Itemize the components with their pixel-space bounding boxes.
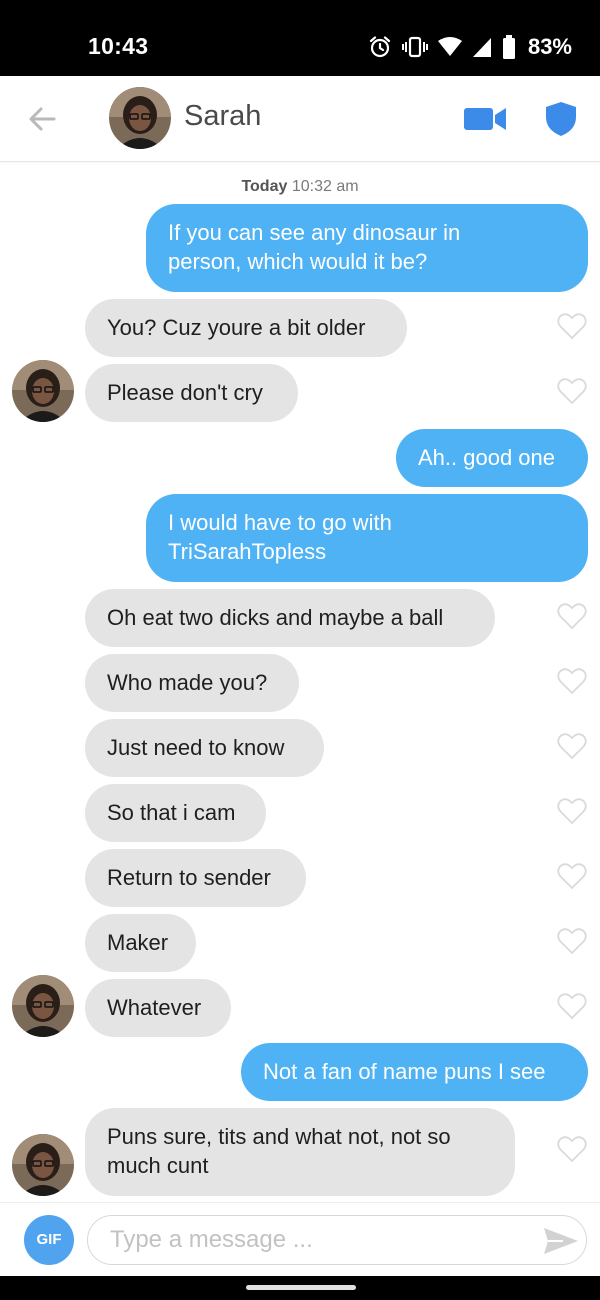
contact-avatar[interactable] <box>109 87 171 149</box>
outgoing-message[interactable]: Ah.. good one <box>396 429 588 487</box>
outgoing-message[interactable]: Not a fan of name puns I see <box>241 1043 588 1101</box>
status-time: 10:43 <box>88 33 149 59</box>
incoming-message[interactable]: Please don't cry <box>85 364 298 422</box>
heart-icon[interactable] <box>557 377 587 405</box>
contact-avatar-small[interactable] <box>12 1134 74 1196</box>
message-list[interactable]: Today 10:32 am If you can see any dinosa… <box>0 162 600 1202</box>
status-icons: 83% <box>368 33 572 61</box>
contact-avatar-small[interactable] <box>12 360 74 422</box>
outgoing-message[interactable]: I would have to go with TriSarahTopless <box>146 494 588 582</box>
heart-icon[interactable] <box>557 797 587 825</box>
incoming-message[interactable]: You? Cuz youre a bit older <box>85 299 407 357</box>
home-gesture-pill[interactable] <box>246 1285 356 1290</box>
system-nav-bar <box>0 1276 600 1300</box>
avatar-photo <box>12 360 74 422</box>
incoming-message[interactable]: Maker <box>85 914 196 972</box>
send-icon[interactable] <box>543 1227 579 1255</box>
contact-name[interactable]: Sarah <box>184 100 261 133</box>
outgoing-message[interactable]: If you can see any dinosaur in person, w… <box>146 204 588 292</box>
incoming-message[interactable]: Return to sender <box>85 849 306 907</box>
timestamp-day: Today <box>241 178 288 195</box>
heart-icon[interactable] <box>557 862 587 890</box>
incoming-message[interactable]: Just need to know <box>85 719 324 777</box>
signal-icon <box>472 38 491 57</box>
avatar-photo <box>109 87 171 149</box>
chat-header: Sarah <box>0 76 600 162</box>
alarm-icon <box>369 36 391 58</box>
heart-icon[interactable] <box>557 1135 587 1163</box>
message-composer: GIF <box>0 1202 600 1276</box>
battery-percent: 83% <box>527 34 572 59</box>
incoming-message[interactable]: Oh eat two dicks and maybe a ball <box>85 589 495 647</box>
incoming-message[interactable]: So that i cam <box>85 784 266 842</box>
timestamp-time: 10:32 am <box>291 178 359 195</box>
heart-icon[interactable] <box>557 312 587 340</box>
conversation-timestamp: Today 10:32 am <box>0 178 600 196</box>
message-input[interactable] <box>87 1215 587 1265</box>
avatar-photo <box>12 975 74 1037</box>
status-bar: 10:43 83% <box>0 0 600 76</box>
avatar-photo <box>12 1134 74 1196</box>
heart-icon[interactable] <box>557 602 587 630</box>
back-arrow-icon[interactable] <box>26 103 58 135</box>
heart-icon[interactable] <box>557 667 587 695</box>
battery-icon <box>502 35 515 59</box>
contact-avatar-small[interactable] <box>12 975 74 1037</box>
incoming-message[interactable]: Puns sure, tits and what not, not so muc… <box>85 1108 515 1196</box>
gif-button[interactable]: GIF <box>24 1215 74 1265</box>
incoming-message[interactable]: Whatever <box>85 979 231 1037</box>
shield-icon[interactable] <box>545 101 577 137</box>
video-camera-icon[interactable] <box>464 106 506 132</box>
heart-icon[interactable] <box>557 992 587 1020</box>
incoming-message[interactable]: Who made you? <box>85 654 299 712</box>
vibrate-icon <box>401 36 428 58</box>
wifi-icon <box>437 37 462 56</box>
heart-icon[interactable] <box>557 732 587 760</box>
heart-icon[interactable] <box>557 927 587 955</box>
